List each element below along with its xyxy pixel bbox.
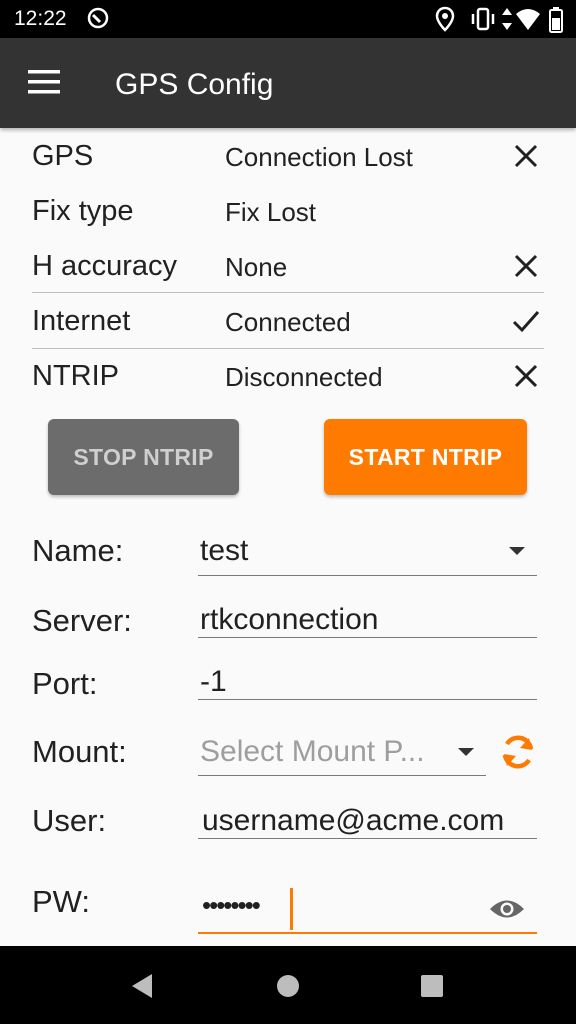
close-icon bbox=[514, 144, 538, 168]
status-value: Connection Lost bbox=[225, 142, 413, 172]
stop-ntrip-button[interactable]: STOP NTRIP bbox=[48, 419, 239, 495]
sync-status-icon bbox=[87, 7, 109, 29]
divider bbox=[32, 292, 544, 293]
vibrate-icon bbox=[471, 7, 495, 31]
back-icon[interactable] bbox=[130, 972, 156, 1000]
port-label: Port: bbox=[32, 666, 98, 701]
location-icon bbox=[435, 6, 455, 32]
name-value: test bbox=[200, 534, 249, 567]
clock: 12:22 bbox=[14, 7, 67, 30]
mount-dropdown[interactable]: Select Mount P... bbox=[198, 730, 486, 776]
status-row-h-accuracy: H accuracy None bbox=[32, 240, 544, 295]
visibility-toggle-icon[interactable] bbox=[489, 896, 525, 922]
user-label: User: bbox=[32, 803, 107, 838]
check-icon bbox=[512, 311, 540, 333]
port-input[interactable]: -1 bbox=[198, 662, 537, 700]
start-ntrip-button[interactable]: START NTRIP bbox=[324, 419, 527, 495]
dropdown-arrow-icon bbox=[458, 748, 474, 756]
divider bbox=[32, 348, 544, 349]
status-value: Disconnected bbox=[225, 362, 383, 392]
data-transfer-icon bbox=[502, 8, 512, 30]
app-bar: GPS Config bbox=[0, 38, 576, 128]
mount-placeholder: Select Mount P... bbox=[200, 735, 425, 768]
mount-label: Mount: bbox=[32, 734, 127, 769]
status-row-gps: GPS Connection Lost bbox=[32, 130, 544, 185]
close-icon bbox=[514, 254, 538, 278]
port-value: -1 bbox=[200, 665, 227, 698]
status-label: NTRIP bbox=[32, 360, 119, 392]
status-bar: 12:22 bbox=[0, 0, 576, 38]
status-value: None bbox=[225, 252, 288, 282]
name-label: Name: bbox=[32, 533, 124, 568]
home-icon[interactable] bbox=[275, 973, 301, 999]
user-input[interactable]: username@acme.com bbox=[198, 800, 537, 839]
status-row-ntrip: NTRIP Disconnected bbox=[32, 350, 544, 405]
navigation-bar bbox=[0, 946, 576, 1024]
status-value: Fix Lost bbox=[225, 197, 317, 227]
status-value: Connected bbox=[225, 307, 351, 337]
server-input[interactable]: rtkconnection bbox=[198, 600, 537, 638]
password-value: •••••••• bbox=[202, 890, 261, 920]
dropdown-arrow-icon bbox=[509, 547, 525, 555]
menu-icon[interactable] bbox=[28, 68, 60, 96]
server-value: rtkconnection bbox=[200, 603, 379, 636]
name-dropdown[interactable]: test bbox=[198, 530, 537, 576]
wifi-icon bbox=[516, 9, 540, 30]
status-row-internet: Internet Connected bbox=[32, 295, 544, 350]
pw-label: PW: bbox=[32, 884, 90, 919]
recents-icon[interactable] bbox=[420, 974, 444, 998]
refresh-icon[interactable] bbox=[498, 732, 538, 772]
server-label: Server: bbox=[32, 603, 132, 638]
status-label: H accuracy bbox=[32, 250, 178, 282]
battery-icon bbox=[549, 7, 563, 33]
close-icon bbox=[514, 364, 538, 388]
status-label: Fix type bbox=[32, 195, 134, 227]
text-cursor bbox=[290, 888, 293, 930]
status-row-fix-type: Fix type Fix Lost bbox=[32, 185, 544, 240]
password-input[interactable]: •••••••• bbox=[198, 884, 537, 934]
user-value: username@acme.com bbox=[202, 804, 505, 837]
status-label: Internet bbox=[32, 305, 131, 337]
status-label: GPS bbox=[32, 140, 94, 172]
page-title: GPS Config bbox=[115, 68, 274, 101]
